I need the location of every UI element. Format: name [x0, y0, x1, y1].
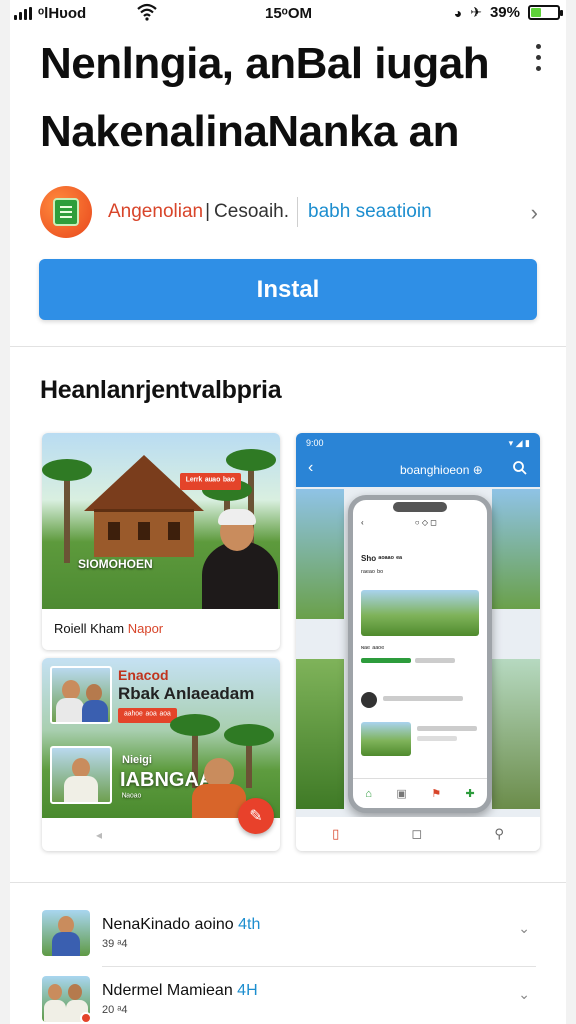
screenshot-image-3: Enacod Rbak Anlaeadam ᵃᵃʰᵒᵉ ᵃᵒᵃ ᵃᵒᵃ Niei… [42, 658, 280, 818]
battery-percent: 39% [489, 4, 520, 21]
promo-badge: ᵃᵃʰᵒᵉ ᵃᵒᵃ ᵃᵒᵃ [118, 708, 177, 723]
install-button[interactable]: Instal [39, 259, 537, 320]
wifi-icon [137, 3, 157, 21]
clock: 15ᵒOM [265, 5, 312, 22]
divider [10, 882, 566, 883]
battery-icon [528, 5, 563, 20]
volume-icon: ◂ [96, 828, 103, 842]
divider [102, 966, 536, 967]
title-line-2: NakenalinaNanka an [40, 107, 459, 157]
screenshot-image-1: ᴸᵉʳʳᵏ ᵃᵘᵃᵒ ᵇᵃᵒ SIOMOHOEN [42, 433, 280, 609]
list-item-subtitle: 39 ᵃ4 [102, 938, 128, 950]
promo-title: Rbak Anlaeadam [118, 684, 255, 703]
divider [10, 346, 566, 347]
list-item-title: NenaKinado aoino 4th [102, 916, 261, 933]
chevron-down-icon[interactable]: ⌄ [518, 986, 530, 1003]
list-item-title: Ndermel Mamiean 4H [102, 982, 258, 999]
app-detail-page: Nenlngia, anBal iugah NakenalinaNanka an… [10, 0, 566, 1024]
mock-bottom-bar: ▯ ◻ ⚲ [296, 817, 540, 851]
screenshot-card-1[interactable]: ᴸᵉʳʳᵏ ᵃᵘᵃᵒ ᵇᵃᵒ SIOMOHOEN Roiell Kham Nap… [42, 433, 280, 650]
overlay-caption: SIOMOHOEN [78, 557, 153, 571]
list-item[interactable]: NenaKinado aoino 4th 39 ᵃ4 ⌄ [42, 906, 536, 966]
mock-app-title: boanghioeon ⊕ [400, 463, 483, 477]
carrier-label: ᵒlHᴜod [38, 5, 87, 22]
list-item[interactable]: Ndermel Mamiean 4H 20 ᵃ4 ⌄ [42, 972, 536, 1024]
more-options-icon[interactable] [532, 44, 544, 71]
mock-app-bar: 9:00 ▾ ◢ ▮ ‹ boanghioeon ⊕ [296, 433, 540, 487]
divider-vertical [297, 197, 299, 227]
chevron-down-icon[interactable]: ⌄ [518, 920, 530, 937]
record-fab-icon[interactable]: ✎ [238, 798, 274, 834]
status-bar: ᵒlHᴜod 15ᵒOM ◕ ✈ 39% [0, 0, 576, 28]
app-icon [40, 186, 92, 238]
back-arrow-icon: ‹ [308, 459, 314, 476]
app-info-row[interactable]: Angenolian | Cesoaih. babh seaatioin › [40, 184, 540, 240]
search-icon [513, 461, 527, 475]
screenshot-caption-1: Roiell Kham Napor [54, 621, 164, 636]
promo-kicker: Enacod [118, 667, 169, 683]
alarm-icon: ◕ [453, 4, 463, 21]
location-icon: ✈ [470, 4, 482, 20]
signal-bars-icon [14, 7, 32, 20]
screenshot-card-2[interactable]: 9:00 ▾ ◢ ▮ ‹ boanghioeon ⊕ ↗ ✓ ‹ ○ ◇ ◻ S… [296, 433, 540, 851]
list-item-subtitle: 20 ᵃ4 [102, 1004, 128, 1016]
chevron-right-icon[interactable]: › [531, 200, 538, 226]
screenshots-section-title: Heanlanrjentvalbpria [40, 376, 282, 404]
title-line-1: Nenlngia, anBal iugah [40, 39, 490, 88]
screenshot-card-3[interactable]: Enacod Rbak Anlaeadam ᵃᵃʰᵒᵉ ᵃᵒᵃ ᵃᵒᵃ Niei… [42, 658, 280, 851]
tag-link[interactable]: babh seaatioin [308, 201, 432, 223]
page-title: Nenlngia, anBal iugah NakenalinaNanka an [40, 30, 520, 166]
developer-name[interactable]: Angenolian [108, 201, 203, 223]
notification-dot [80, 1012, 92, 1024]
avatar [42, 910, 90, 956]
promo-badge: ᴸᵉʳʳᵏ ᵃᵘᵃᵒ ᵇᵃᵒ [180, 473, 241, 490]
category-label: Cesoaih. [214, 201, 290, 222]
separator: | [205, 201, 211, 222]
signal-indicator: ᵒlHᴜod [14, 5, 86, 22]
phone-mockup: ‹ ○ ◇ ◻ Sho ᵃᵒᵃᵃᵒ ᵉᵃ ʳᵃᵉᵃᵒ ᵇᵒ ᶰᵃᵉ ᵃᵃᵒᵉ ⌂… [348, 495, 492, 813]
